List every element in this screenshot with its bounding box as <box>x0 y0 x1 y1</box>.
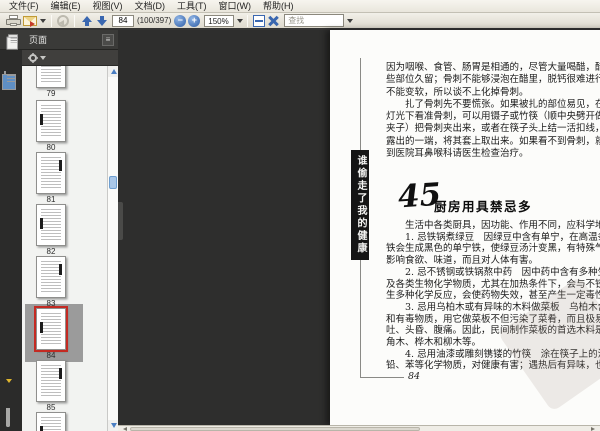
fit-page-icon <box>267 15 279 27</box>
print-button[interactable] <box>6 13 21 28</box>
email-button[interactable] <box>23 13 46 28</box>
pages-blue-icon <box>4 71 15 90</box>
text-line: 2. 忌不锈钢或铁锅熬中药 因中药中含有多种生物碱以 <box>405 266 600 278</box>
page-thumbnail[interactable]: 79 <box>22 66 107 98</box>
navigation-rail <box>0 30 22 431</box>
printer-icon <box>6 14 21 27</box>
scrollbar-thumb[interactable] <box>130 427 420 431</box>
fit-width-icon <box>253 14 266 27</box>
scrollbar-thumb[interactable] <box>109 176 117 189</box>
previous-view-icon <box>57 14 69 27</box>
email-icon <box>23 15 37 27</box>
arrow-right-icon[interactable] <box>591 427 597 431</box>
arrow-down-icon <box>110 423 117 428</box>
page-thumbnail[interactable]: 82 <box>22 204 107 256</box>
minus-icon: − <box>177 15 183 25</box>
toolbar-separator <box>247 14 249 27</box>
menu-bar: 文件(F) 编辑(E) 视图(V) 文档(D) 工具(T) 窗口(W) 帮助(H… <box>0 0 600 13</box>
toolbar-separator <box>74 14 75 27</box>
page-count-label: (100/397) <box>137 16 172 25</box>
horizontal-scrollbar[interactable] <box>118 425 600 431</box>
page-thumbnail[interactable]: 85 <box>22 360 107 412</box>
toolbar: (100/397) − + 150% <box>0 13 600 30</box>
zoom-in-button[interactable]: + <box>188 14 201 27</box>
chevron-down-icon <box>40 18 46 26</box>
menu-item-help[interactable]: 帮助(H) <box>257 0 300 12</box>
zoom-level-select[interactable]: 150% <box>204 14 244 27</box>
chapter-title: 厨房用具禁忌多 <box>434 199 533 214</box>
menu-item-document[interactable]: 文档(D) <box>129 0 172 12</box>
page-thumbnail[interactable]: 81 <box>22 152 107 204</box>
page-number: 84 <box>408 371 421 382</box>
previous-page-button[interactable] <box>80 13 93 28</box>
previous-view-button-disabled <box>57 13 69 28</box>
pdf-reader-window: 文件(F) 编辑(E) 视图(V) 文档(D) 工具(T) 窗口(W) 帮助(H… <box>0 0 600 431</box>
document-canvas: 84 谁偷走了我的健康 因为咽喉、食管、肠胃是相通的，尽管大量喝醋，醋也不能在这… <box>118 30 600 431</box>
arrow-left-icon[interactable] <box>121 427 127 431</box>
panel-splitter-handle[interactable] <box>118 202 123 240</box>
content-area: 页面 ≡ 79 80 81 82 83 84 85 84 谁偷走了我的健康 因为… <box>0 30 600 431</box>
thumbnails-options-bar <box>22 50 118 66</box>
pages-panel-header: 页面 ≡ <box>0 30 118 50</box>
document-page[interactable]: 84 谁偷走了我的健康 因为咽喉、食管、肠胃是相通的，尽管大量喝醋，醋也不能在这… <box>330 30 600 425</box>
pages-icon <box>6 33 18 50</box>
chapter-side-banner: 谁偷走了我的健康 <box>351 150 369 260</box>
text-line: 灯光下看准骨刺，可以用镊子或竹筷（顺中央劈开做成简易 <box>386 111 600 123</box>
layers-panel-button[interactable] <box>4 71 15 90</box>
paperclip-icon <box>6 408 10 427</box>
menu-item-window[interactable]: 窗口(W) <box>213 0 258 12</box>
panel-menu-button[interactable]: ≡ <box>102 33 114 46</box>
gear-icon[interactable] <box>29 53 37 62</box>
page-thumbnail-selected[interactable]: 84 <box>22 306 107 360</box>
plus-icon: + <box>191 15 197 25</box>
banner-text: 谁偷走了我的健康 <box>355 155 366 255</box>
menu-item-tools[interactable]: 工具(T) <box>171 0 213 12</box>
chevron-down-icon <box>237 18 244 26</box>
toolbar-separator <box>51 14 52 27</box>
page-thumbnail[interactable]: 83 <box>22 256 107 308</box>
text-line: 夹子）把骨刺夹出来，或者在筷子头上结一活扣线，对准骨刺 <box>386 123 600 135</box>
chevron-down-icon[interactable] <box>40 55 46 63</box>
arrow-up-icon <box>110 69 117 74</box>
text-line: 铁会生成黑色的单宁铁，使绿豆汤汁变黑，有特殊气味，不但 <box>386 243 600 255</box>
text-line: 到医院耳鼻喉科请医生检查治疗。 <box>386 148 529 160</box>
zoom-out-button[interactable]: − <box>174 14 187 27</box>
text-line: 不能变软，所以谈不上化掉骨刺。 <box>386 86 529 98</box>
page-thumbnail[interactable]: 80 <box>22 100 107 152</box>
search-input[interactable] <box>284 14 345 27</box>
page-number-input[interactable] <box>112 14 134 27</box>
arrow-down-icon <box>96 19 107 26</box>
text-line: 因为咽喉、食管、肠胃是相通的，尽管大量喝醋，醋也不能在这 <box>386 62 600 73</box>
thumbnail-list: 79 80 81 82 83 84 85 <box>22 66 107 431</box>
text-line: 些部位久留；骨刺不能够浸泡在醋里，脱钙很难进行，骨刺就 <box>386 74 600 86</box>
text-line: 扎了骨刺先不要慌张。如果被扎的部位易见，在阳光或 <box>405 98 600 110</box>
thumbnail-scrollbar[interactable] <box>107 66 119 431</box>
footer-rule <box>360 377 404 378</box>
menu-item-file[interactable]: 文件(F) <box>3 0 45 12</box>
panel-title: 页面 <box>29 35 48 45</box>
menu-item-edit[interactable]: 编辑(E) <box>45 0 87 12</box>
attachments-panel-button[interactable] <box>6 408 10 427</box>
text-line: 1. 忌铁锅煮绿豆 因绿豆中含有单宁，在高温条件下遇 <box>405 231 600 243</box>
page-thumbnail[interactable]: 86 <box>22 412 107 431</box>
menu-item-view[interactable]: 视图(V) <box>87 0 129 12</box>
text-line: 露出的一端，将其套上取出来。如果看不到骨刺，就应该赶快 <box>386 135 600 147</box>
text-line: 影响食欲、味道，而且对人体有害。 <box>386 255 539 267</box>
fit-width-button[interactable] <box>253 13 266 28</box>
fit-page-button[interactable] <box>267 13 279 28</box>
text-line: 生活中各类厨具，因功能、作用不同，应科学地使用。 <box>405 220 600 231</box>
search-options-caret[interactable] <box>347 18 354 26</box>
zoom-level-value: 150% <box>204 14 235 27</box>
paragraph-block: 因为咽喉、食管、肠胃是相通的，尽管大量喝醋，醋也不能在这 些部位久留；骨刺不能够… <box>386 62 600 160</box>
next-page-button[interactable] <box>95 13 108 28</box>
